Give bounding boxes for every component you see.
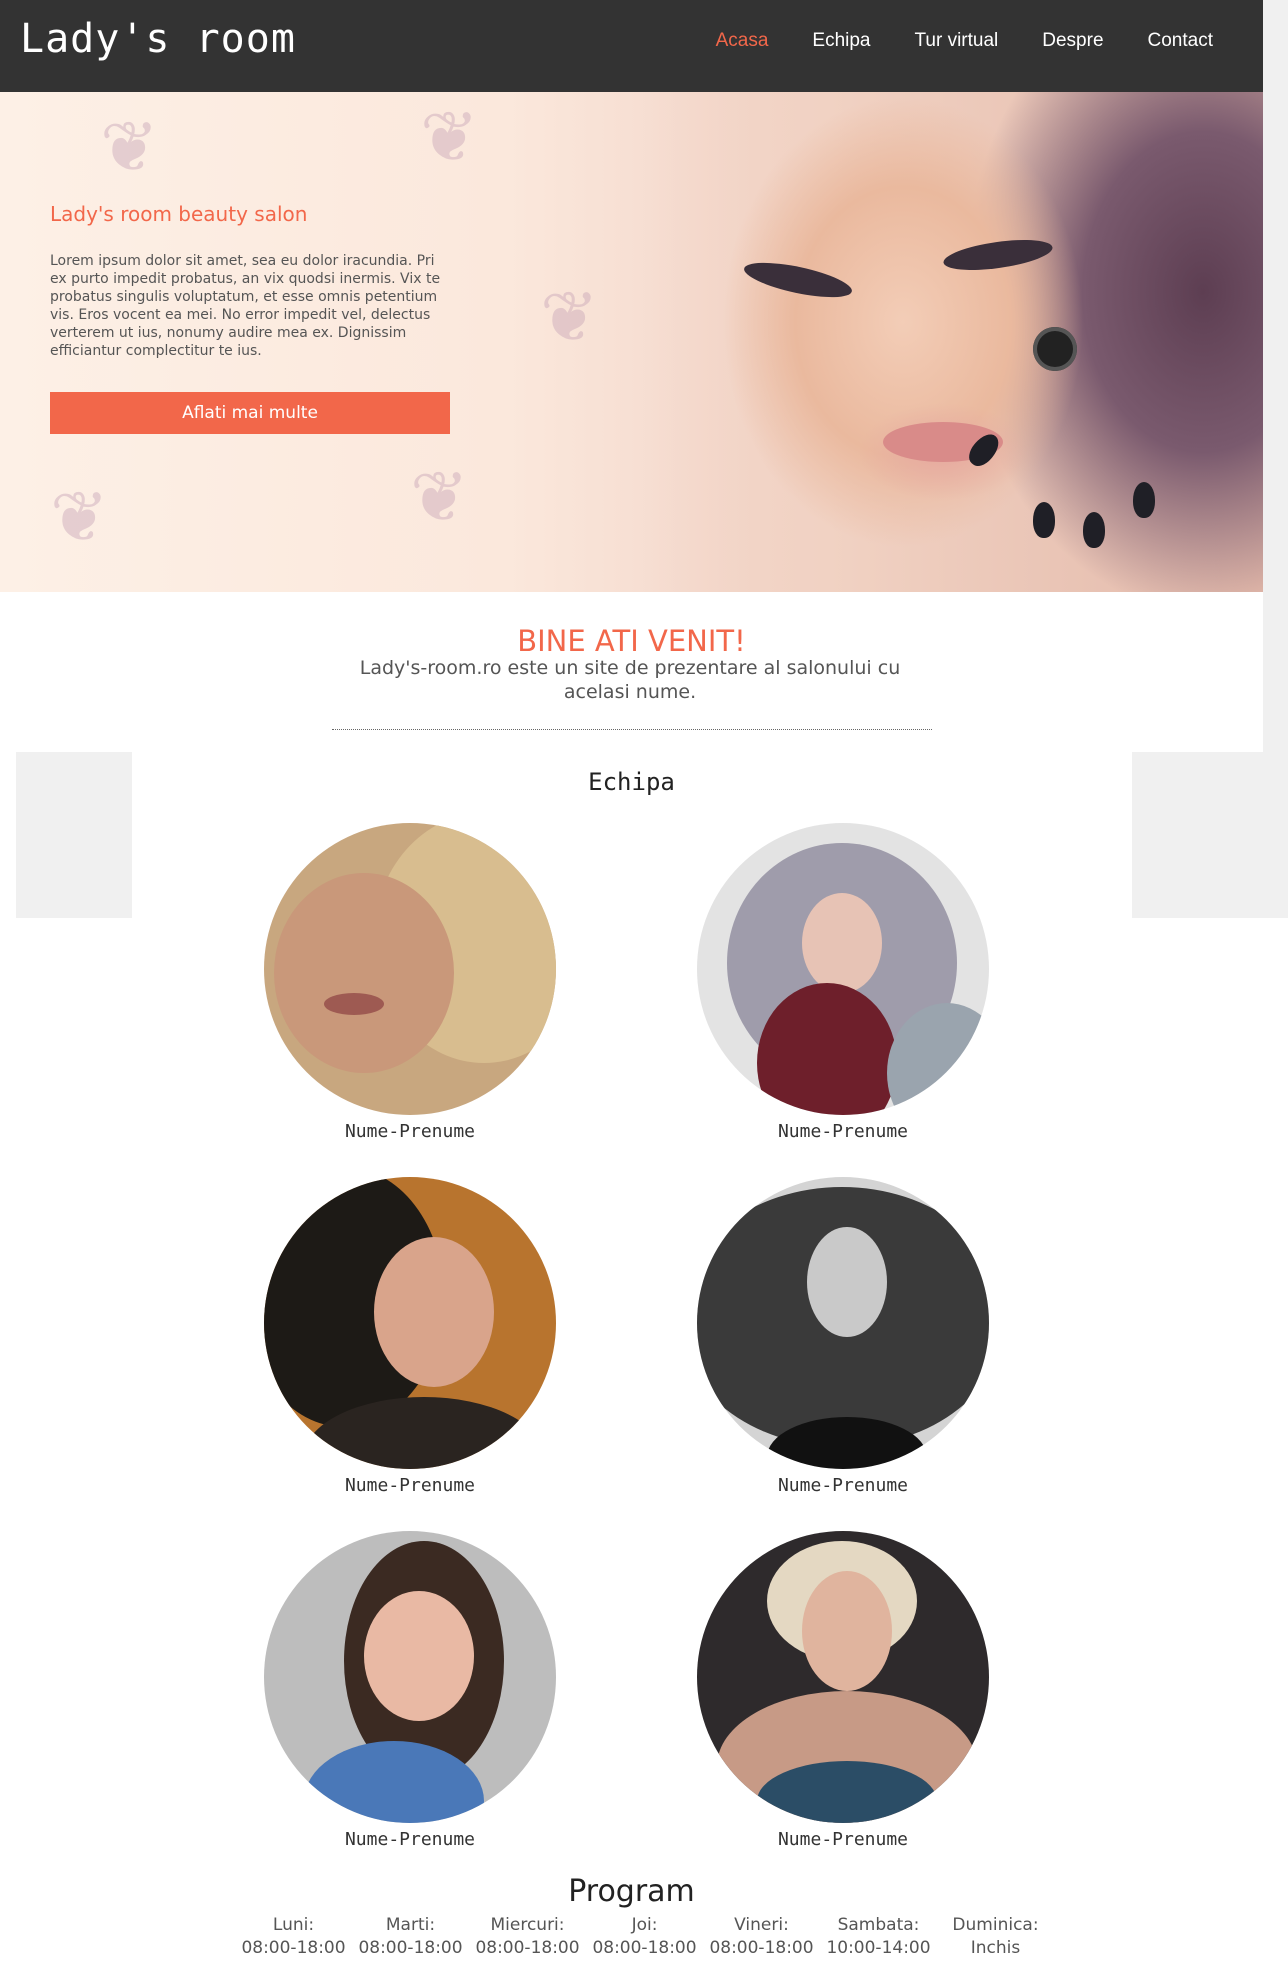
butterfly-decoration: ❦ bbox=[420, 96, 479, 178]
schedule-day: Joi: 08:00-18:00 bbox=[586, 1914, 703, 1960]
team-member-photo[interactable] bbox=[697, 1177, 989, 1469]
schedule-day: Duminica: Inchis bbox=[937, 1914, 1054, 1960]
site-header: Lady's room Acasa Echipa Tur virtual Des… bbox=[0, 0, 1263, 92]
nav-link-echipa[interactable]: Echipa bbox=[790, 28, 892, 54]
section-divider bbox=[332, 729, 932, 730]
hero-title: Lady's room beauty salon bbox=[50, 202, 308, 226]
day-hours: 10:00-14:00 bbox=[826, 1938, 931, 1958]
program-title: Program bbox=[568, 1874, 695, 1909]
team-title: Echipa bbox=[588, 768, 675, 796]
day-hours: 08:00-18:00 bbox=[241, 1938, 346, 1958]
day-hours: 08:00-18:00 bbox=[592, 1938, 697, 1958]
butterfly-decoration: ❦ bbox=[100, 106, 159, 188]
hero-eye bbox=[941, 234, 1055, 276]
team-member-card: Nume-Prenume bbox=[264, 1531, 556, 1850]
scrollbar-gutter bbox=[1263, 0, 1288, 752]
day-hours: Inchis bbox=[970, 1938, 1021, 1958]
butterfly-decoration: ❦ bbox=[410, 456, 469, 538]
nav-link-tur-virtual[interactable]: Tur virtual bbox=[893, 28, 1021, 54]
day-name: Luni: bbox=[272, 1915, 315, 1935]
program-schedule: Luni: 08:00-18:00 Marti: 08:00-18:00 Mierc… bbox=[235, 1914, 1054, 1960]
day-name: Miercuri: bbox=[490, 1915, 565, 1935]
team-member-photo[interactable] bbox=[264, 1531, 556, 1823]
day-name: Sambata: bbox=[837, 1915, 920, 1935]
team-member-name: Nume-Prenume bbox=[777, 1475, 909, 1496]
team-member-card: Nume-Prenume bbox=[697, 823, 989, 1142]
site-logo[interactable]: Lady's room bbox=[20, 16, 296, 62]
team-member-photo[interactable] bbox=[697, 1531, 989, 1823]
hero-nail bbox=[1133, 482, 1155, 518]
nav-link-acasa[interactable]: Acasa bbox=[694, 28, 791, 54]
schedule-day: Sambata: 10:00-14:00 bbox=[820, 1914, 937, 1960]
schedule-day: Miercuri: 08:00-18:00 bbox=[469, 1914, 586, 1960]
learn-more-button[interactable]: Aflati mai multe bbox=[50, 392, 450, 434]
team-member-card: Nume-Prenume bbox=[264, 1177, 556, 1496]
day-hours: 08:00-18:00 bbox=[709, 1938, 814, 1958]
hero-nail bbox=[1083, 512, 1105, 548]
team-member-name: Nume-Prenume bbox=[777, 1829, 909, 1850]
team-member-name: Nume-Prenume bbox=[777, 1121, 909, 1142]
team-member-photo[interactable] bbox=[264, 823, 556, 1115]
main-nav: Acasa Echipa Tur virtual Despre Contact bbox=[694, 28, 1235, 54]
team-member-name: Nume-Prenume bbox=[344, 1121, 476, 1142]
schedule-day: Vineri: 08:00-18:00 bbox=[703, 1914, 820, 1960]
welcome-title: BINE ATI VENIT! bbox=[517, 624, 746, 658]
team-member-photo[interactable] bbox=[264, 1177, 556, 1469]
welcome-text: Lady's-room.ro este un site de prezentar… bbox=[359, 657, 901, 703]
day-name: Vineri: bbox=[734, 1915, 789, 1935]
butterfly-decoration: ❦ bbox=[50, 476, 109, 558]
team-member-name: Nume-Prenume bbox=[344, 1475, 476, 1496]
nav-link-despre[interactable]: Despre bbox=[1020, 28, 1125, 54]
day-hours: 08:00-18:00 bbox=[358, 1938, 463, 1958]
team-member-card: Nume-Prenume bbox=[264, 823, 556, 1142]
day-name: Joi: bbox=[631, 1915, 658, 1935]
hero-banner: ❦ ❦ ❦ ❦ ❦ Lady's room beauty salon Lorem… bbox=[0, 92, 1263, 592]
hero-eye bbox=[741, 255, 855, 305]
butterfly-decoration: ❦ bbox=[540, 276, 599, 358]
team-member-card: Nume-Prenume bbox=[697, 1177, 989, 1496]
hero-description: Lorem ipsum dolor sit amet, sea eu dolor… bbox=[50, 253, 441, 359]
team-member-photo[interactable] bbox=[697, 823, 989, 1115]
team-member-name: Nume-Prenume bbox=[344, 1829, 476, 1850]
team-member-card: Nume-Prenume bbox=[697, 1531, 989, 1850]
day-name: Marti: bbox=[385, 1915, 436, 1935]
hero-nail bbox=[1033, 502, 1055, 538]
hero-model-image bbox=[643, 92, 1263, 592]
nav-link-contact[interactable]: Contact bbox=[1126, 28, 1235, 54]
hero-ring bbox=[1033, 327, 1077, 371]
schedule-day: Marti: 08:00-18:00 bbox=[352, 1914, 469, 1960]
day-hours: 08:00-18:00 bbox=[475, 1938, 580, 1958]
schedule-day: Luni: 08:00-18:00 bbox=[235, 1914, 352, 1960]
day-name: Duminica: bbox=[952, 1915, 1039, 1935]
